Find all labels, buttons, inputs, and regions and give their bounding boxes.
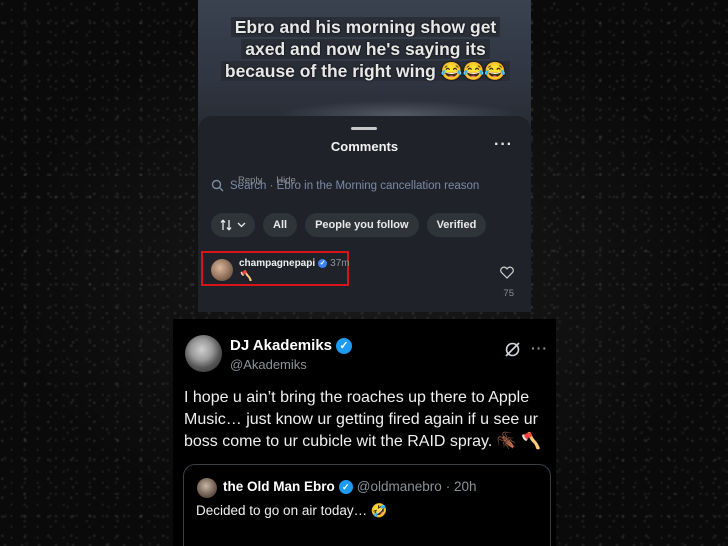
grok-icon[interactable]: [504, 341, 521, 358]
quote-header: the Old Man Ebro ✓ @oldmanebro · 20h: [223, 479, 477, 494]
avatar[interactable]: [211, 259, 233, 281]
tweet-handle[interactable]: @Akademiks: [230, 357, 307, 372]
more-horizontal-icon[interactable]: ···: [531, 340, 548, 356]
quote-text: Decided to go on air today… 🤣: [196, 503, 388, 518]
tweet-author[interactable]: DJ Akademiks ✓: [230, 337, 352, 354]
like-count: 75: [503, 288, 514, 299]
comment-header: champagnepapi ✓ 37m: [239, 258, 350, 269]
chevron-down-icon: [237, 222, 246, 228]
filter-verified[interactable]: Verified: [426, 213, 487, 237]
avatar[interactable]: [185, 335, 222, 372]
caption-line-1: Ebro and his morning show get: [230, 17, 501, 37]
quote-handle: @oldmanebro: [356, 479, 442, 494]
display-name: DJ Akademiks: [230, 337, 332, 354]
filter-all[interactable]: All: [263, 213, 298, 237]
comments-sheet: Comments ··· Search · Ebro in the Mornin…: [198, 116, 531, 312]
tweet-text: I hope u ain’t bring the roaches up ther…: [184, 389, 541, 450]
sort-icon: [220, 219, 232, 231]
comment-actions: Reply Hide: [238, 175, 296, 186]
comments-screenshot: Ebro and his morning show get axed and n…: [198, 0, 531, 312]
more-horizontal-icon[interactable]: ···: [494, 136, 513, 154]
reply-button[interactable]: Reply: [238, 175, 262, 186]
quote-display-name: the Old Man Ebro: [223, 479, 335, 494]
verified-icon: ✓: [318, 259, 328, 268]
story-caption: Ebro and his morning show get axed and n…: [218, 16, 513, 82]
comment-text: 🪓: [240, 271, 253, 282]
highlighted-comment: champagnepapi ✓ 37m 🪓: [201, 251, 350, 286]
hide-button[interactable]: Hide: [276, 175, 296, 186]
comment-username[interactable]: champagnepapi: [239, 258, 315, 269]
avatar: [197, 478, 217, 498]
quoted-tweet[interactable]: the Old Man Ebro ✓ @oldmanebro · 20h Dec…: [183, 464, 551, 546]
filter-people-you-follow[interactable]: People you follow: [305, 213, 419, 237]
verified-icon: ✓: [338, 479, 353, 494]
heart-icon[interactable]: [500, 266, 514, 279]
tweet-card: DJ Akademiks ✓ @Akademiks ··· I hope u a…: [173, 319, 556, 546]
sheet-title: Comments: [330, 139, 399, 154]
caption-line-3: because of the right wing 😂😂😂: [220, 61, 511, 81]
verified-icon: ✓: [336, 337, 352, 354]
caption-line-2: axed and now he's saying its: [241, 39, 490, 59]
comment-time: 37m: [330, 258, 350, 269]
sheet-grabber[interactable]: [351, 127, 377, 130]
search-icon: [211, 179, 224, 192]
quote-time: · 20h: [445, 479, 477, 494]
filter-bar: All People you follow Verified: [211, 213, 487, 237]
sort-button[interactable]: [211, 213, 255, 237]
